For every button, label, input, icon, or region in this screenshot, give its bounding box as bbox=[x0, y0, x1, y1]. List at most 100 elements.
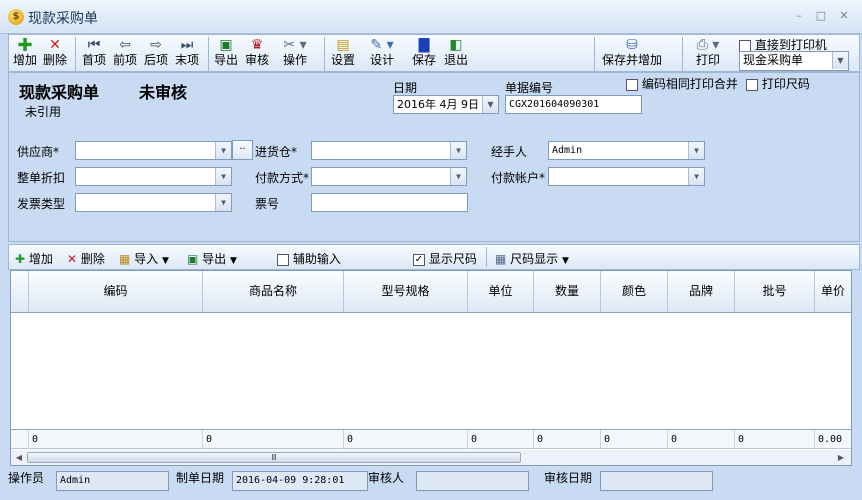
detail-grid[interactable]: 编码 商品名称 型号规格 单位 数量 颜色 品牌 批号 单价 0 0 0 0 0… bbox=[10, 270, 852, 466]
column-header[interactable]: 单位 bbox=[468, 271, 534, 312]
arrow-right-icon: ⇨ bbox=[150, 37, 162, 53]
chevron-down-icon[interactable]: ▼ bbox=[688, 142, 704, 159]
chevron-down-icon[interactable]: ▼ bbox=[450, 168, 466, 185]
show-size-checkbox[interactable]: ✓ bbox=[413, 253, 425, 266]
total-cell: 0 bbox=[29, 430, 203, 449]
created-label: 制单日期 bbox=[176, 471, 225, 485]
invoice-select[interactable]: ▼ bbox=[75, 193, 232, 212]
grid-delete-button[interactable]: ✕ 删除 bbox=[67, 250, 105, 267]
supplier-browse-button[interactable]: ·· bbox=[232, 140, 253, 160]
print-size-option[interactable]: 打印尺码 bbox=[746, 75, 810, 92]
title-bar: $ 现款采购单 – □ ✕ bbox=[0, 0, 862, 34]
maximize-button[interactable]: □ bbox=[814, 10, 828, 22]
grid-toolbar: ✚ 增加 ✕ 删除 ▦ 导入 ▼ ▣ 导出 ▼ 辅助输入 ✓ 显示尺码 ▦ 尺码… bbox=[8, 244, 860, 270]
exit-button[interactable]: ◧ 退出 bbox=[441, 37, 471, 71]
toolbar-separator bbox=[682, 37, 683, 71]
operator-field: Admin bbox=[56, 471, 169, 491]
chevron-down-icon[interactable]: ▼ bbox=[482, 96, 498, 113]
arrow-left-icon: ⇦ bbox=[119, 37, 131, 53]
prev-button[interactable]: ⇦ 前项 bbox=[111, 37, 139, 71]
direct-print-checkbox[interactable] bbox=[739, 39, 751, 52]
column-header[interactable]: 品牌 bbox=[668, 271, 735, 312]
chevron-down-icon[interactable]: ▼ bbox=[832, 52, 848, 69]
audit-stamp-icon: ♛ bbox=[250, 37, 264, 53]
export-button[interactable]: ▣ 导出 bbox=[212, 37, 240, 71]
supplier-select[interactable]: ▼ bbox=[75, 141, 232, 160]
close-button[interactable]: ✕ bbox=[837, 10, 851, 22]
chevron-down-icon[interactable]: ▼ bbox=[450, 142, 466, 159]
minimize-button[interactable]: – bbox=[792, 10, 806, 22]
save-button[interactable]: ▇ 保存 bbox=[409, 37, 439, 71]
column-header[interactable]: 颜色 bbox=[601, 271, 668, 312]
chevron-down-icon[interactable]: ▼ bbox=[215, 194, 231, 211]
operate-menu-button[interactable]: ✂ ▾ 操作 bbox=[275, 37, 315, 71]
ticket-field[interactable] bbox=[311, 193, 468, 212]
column-header[interactable]: 商品名称 bbox=[203, 271, 344, 312]
handler-select[interactable]: Admin ▼ bbox=[548, 141, 705, 160]
column-header[interactable]: 型号规格 bbox=[344, 271, 468, 312]
discount-label: 整单折扣 bbox=[17, 171, 66, 185]
chevron-down-icon[interactable]: ▼ bbox=[215, 142, 231, 159]
toolbar-separator bbox=[594, 37, 595, 71]
save-and-add-button[interactable]: ⛁ 保存并增加 bbox=[599, 37, 665, 71]
next-button[interactable]: ⇨ 后项 bbox=[142, 37, 170, 71]
size-display-menu[interactable]: ▦ 尺码显示 ▼ bbox=[495, 250, 569, 267]
paymethod-select[interactable]: ▼ bbox=[311, 167, 467, 186]
export-sheet-icon: ▣ bbox=[187, 252, 199, 266]
merge-barcode-option[interactable]: 编码相同打印合并 bbox=[626, 75, 738, 92]
settings-sheet-icon: ▤ bbox=[336, 37, 350, 53]
add-button[interactable]: ✚ 增加 bbox=[11, 37, 39, 71]
chevron-down-icon[interactable]: ▼ bbox=[688, 168, 704, 185]
column-header[interactable]: 批号 bbox=[735, 271, 815, 312]
handler-label: 经手人 bbox=[491, 145, 528, 159]
last-button[interactable]: ⏭ 末项 bbox=[173, 37, 201, 71]
assist-input-option[interactable]: 辅助输入 bbox=[277, 250, 341, 267]
print-menu-button[interactable]: ⎙ ▾ 打印 bbox=[689, 37, 727, 71]
column-header[interactable]: 数量 bbox=[534, 271, 601, 312]
chevron-down-icon[interactable]: ▼ bbox=[215, 168, 231, 185]
discount-select[interactable]: ▼ bbox=[75, 167, 232, 186]
row-indicator-cell bbox=[11, 430, 29, 449]
main-toolbar: ✚ 增加 ✕ 删除 ⏮ 首项 ⇦ 前项 ⇨ 后项 ⏭ 末项 ▣ 导出 ♛ 审核 … bbox=[8, 34, 860, 72]
app-icon: $ bbox=[8, 9, 24, 25]
docno-field[interactable]: CGX201604090301 bbox=[505, 95, 642, 114]
column-header[interactable]: 单价 bbox=[815, 271, 851, 312]
exit-door-icon: ◧ bbox=[449, 37, 463, 53]
total-cell: 0.00 bbox=[818, 434, 843, 445]
column-header[interactable]: 编码 bbox=[29, 271, 203, 312]
scroll-right-icon[interactable]: ▶ bbox=[835, 452, 847, 463]
assist-input-checkbox[interactable] bbox=[277, 253, 289, 266]
print-template-select[interactable]: 现金采购单 ▼ bbox=[739, 51, 849, 71]
first-record-icon: ⏮ bbox=[87, 37, 101, 53]
show-size-option[interactable]: ✓ 显示尺码 bbox=[413, 250, 477, 267]
print-size-checkbox[interactable] bbox=[746, 78, 758, 91]
grid-add-button[interactable]: ✚ 增加 bbox=[15, 250, 53, 267]
design-menu-button[interactable]: ✎ ▾ 设计 bbox=[362, 37, 402, 71]
toolbar-separator bbox=[208, 37, 209, 71]
export-sheet-icon: ▣ bbox=[219, 37, 233, 53]
payaccount-select[interactable]: ▼ bbox=[548, 167, 705, 186]
audit-button[interactable]: ♛ 审核 bbox=[243, 37, 271, 71]
tools-icon: ✂ ▾ bbox=[283, 37, 307, 53]
total-cell: 0 bbox=[601, 430, 668, 449]
plus-icon: ✚ bbox=[15, 252, 26, 266]
scroll-thumb[interactable]: Ⅲ bbox=[27, 452, 521, 463]
reference-status: 未引用 bbox=[25, 105, 62, 119]
payaccount-label: 付款帐户* bbox=[491, 171, 546, 185]
grid-export-button[interactable]: ▣ 导出 ▼ bbox=[187, 250, 237, 267]
total-cell: 0 bbox=[344, 430, 468, 449]
created-field: 2016-04-09 9:28:01 bbox=[232, 471, 368, 491]
total-cell: 0 bbox=[534, 430, 601, 449]
warehouse-select[interactable]: ▼ bbox=[311, 141, 467, 160]
horizontal-scrollbar[interactable]: ◀ Ⅲ ▶ bbox=[11, 450, 851, 465]
chevron-down-icon: ▼ bbox=[562, 256, 569, 266]
grid-import-button[interactable]: ▦ 导入 ▼ bbox=[119, 250, 169, 267]
merge-barcode-checkbox[interactable] bbox=[626, 78, 638, 91]
settings-button[interactable]: ▤ 设置 bbox=[329, 37, 357, 71]
date-picker[interactable]: 2016年 4月 9日 ▼ bbox=[393, 95, 499, 114]
toolbar-separator bbox=[324, 37, 325, 71]
first-button[interactable]: ⏮ 首项 bbox=[80, 37, 108, 71]
delete-button[interactable]: ✕ 删除 bbox=[40, 37, 70, 71]
scroll-left-icon[interactable]: ◀ bbox=[13, 452, 25, 463]
plus-icon: ✚ bbox=[17, 35, 33, 56]
